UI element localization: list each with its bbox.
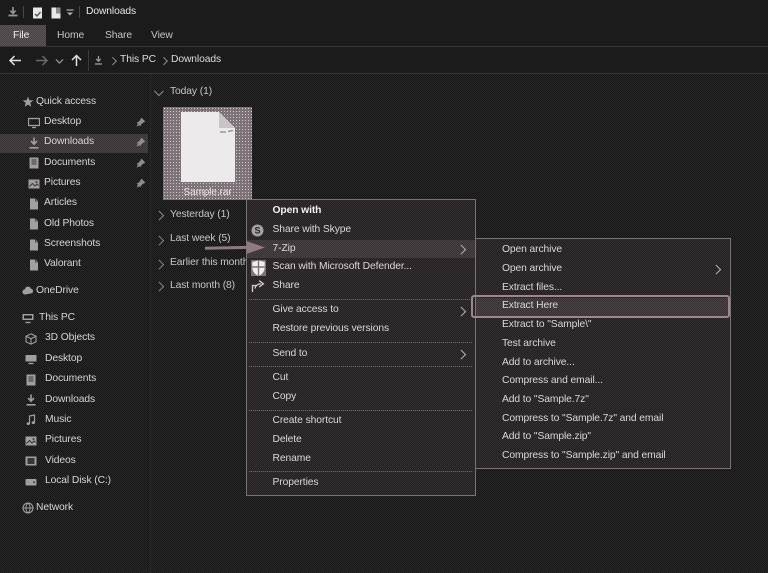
- svg-text:S: S: [254, 225, 260, 235]
